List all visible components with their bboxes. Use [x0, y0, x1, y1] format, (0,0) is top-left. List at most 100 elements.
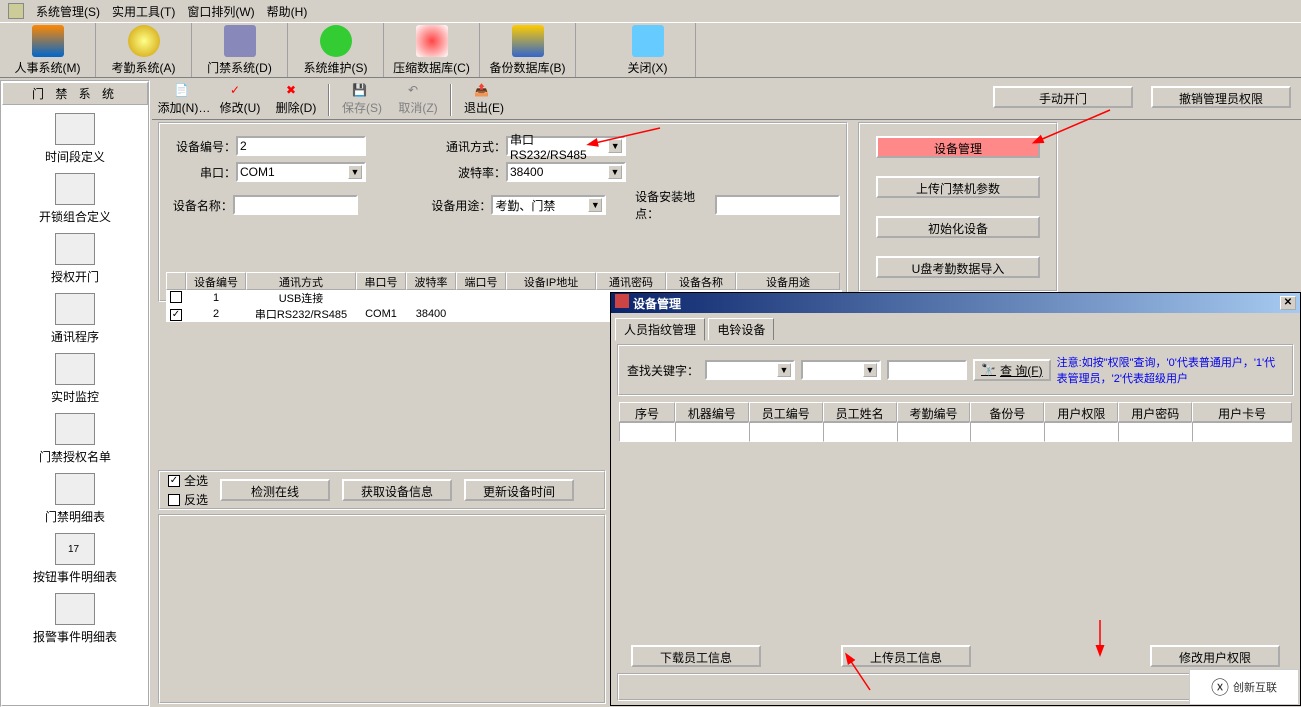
separator [328, 84, 330, 116]
tb-attendance[interactable]: 考勤系统(A) [96, 23, 192, 77]
input-search[interactable] [887, 360, 967, 380]
sb-time-def[interactable]: 时间段定义 [45, 113, 105, 165]
stb-exit-lbl: 退出(E) [464, 99, 504, 116]
combo-baud[interactable]: 38400▼ [506, 162, 626, 182]
tab-fingerprint[interactable]: 人员指纹管理 [615, 318, 705, 341]
combo-use[interactable]: 考勤、门禁▼ [491, 195, 606, 215]
exit-icon: 📤 [474, 83, 494, 99]
menu-window[interactable]: 窗口排列(W) [187, 3, 254, 20]
sb-label-2: 授权开门 [51, 268, 99, 285]
btn-get-info[interactable]: 获取设备信息 [342, 479, 452, 501]
dgh-4[interactable]: 考勤编号 [897, 402, 971, 422]
btn-update-time[interactable]: 更新设备时间 [464, 479, 574, 501]
btn-download-emp[interactable]: 下载员工信息 [631, 645, 761, 667]
sb-realtime[interactable]: 实时监控 [51, 353, 99, 405]
dlg-title-text: 设备管理 [633, 297, 681, 311]
tb-backup-label: 备份数据库(B) [490, 59, 566, 76]
btn-query[interactable]: 🔭查 询(F) [973, 359, 1051, 381]
combo-com[interactable]: COM1▼ [236, 162, 366, 182]
dgh-5[interactable]: 备份号 [970, 402, 1044, 422]
app-icon [8, 3, 24, 19]
tb-access[interactable]: 门禁系统(D) [192, 23, 288, 77]
gh-check[interactable] [166, 272, 186, 290]
sb-alarm-events[interactable]: 报警事件明细表 [33, 593, 117, 645]
combo-search-1[interactable]: ▼ [705, 360, 795, 380]
dropdown-icon: ▼ [777, 363, 791, 377]
btn-upload-emp[interactable]: 上传员工信息 [841, 645, 971, 667]
sb-comm-prog[interactable]: 通讯程序 [51, 293, 99, 345]
dgh-0[interactable]: 序号 [619, 402, 675, 422]
tb-close[interactable]: 关闭(X) [600, 23, 696, 77]
sb-label-3: 通讯程序 [51, 328, 99, 345]
chk-invert[interactable]: 反选 [168, 491, 208, 508]
sb-btn-events[interactable]: 17按钮事件明细表 [33, 533, 117, 585]
dlg-titlebar[interactable]: 设备管理 ✕ [611, 293, 1300, 313]
gh-7[interactable]: 设备各称 [666, 272, 736, 290]
dgh-1[interactable]: 机器编号 [675, 402, 749, 422]
dropdown-icon: ▼ [608, 139, 622, 153]
btn-modify-perm[interactable]: 修改用户权限 [1150, 645, 1280, 667]
tb-attendance-label: 考勤系统(A) [112, 59, 176, 76]
gh-1[interactable]: 通讯方式 [246, 272, 356, 290]
gh-3[interactable]: 波特率 [406, 272, 456, 290]
combo-comm-val: 串口RS232/RS485 [510, 131, 608, 162]
sub-toolbar: 📄添加(N)… ✓修改(U) ✖删除(D) 💾保存(S) ↶取消(Z) 📤退出(… [152, 80, 1301, 120]
people-icon [32, 25, 64, 57]
dropdown-icon: ▼ [608, 165, 622, 179]
gh-0[interactable]: 设备编号 [186, 272, 246, 290]
gh-6[interactable]: 通讯密码 [596, 272, 666, 290]
dropdown-icon: ▼ [588, 198, 602, 212]
menu-tools[interactable]: 实用工具(T) [112, 3, 175, 20]
input-name[interactable] [233, 195, 358, 215]
btn-device-mgmt[interactable]: 设备管理 [876, 136, 1040, 158]
menu-help[interactable]: 帮助(H) [267, 3, 308, 20]
dgh-8[interactable]: 用户卡号 [1192, 402, 1292, 422]
stb-edit[interactable]: ✓修改(U) [212, 83, 268, 116]
dlg-icon [615, 294, 629, 308]
checkbox[interactable] [170, 291, 182, 303]
menubar: 系统管理(S) 实用工具(T) 窗口排列(W) 帮助(H) [0, 0, 1301, 22]
note-text: 注意:如按"权限"查询，'0'代表普通用户，'1'代表管理员，'2'代表超级用户 [1057, 354, 1284, 386]
combo-comm[interactable]: 串口RS232/RS485▼ [506, 136, 626, 156]
plus-icon [416, 25, 448, 57]
close-icon[interactable]: ✕ [1280, 296, 1296, 310]
gh-2[interactable]: 串口号 [356, 272, 406, 290]
btn-revoke-admin[interactable]: 撤销管理员权限 [1151, 86, 1291, 108]
btn-manual-open[interactable]: 手动开门 [993, 86, 1133, 108]
tb-maintain[interactable]: 系统维护(S) [288, 23, 384, 77]
input-loc[interactable] [715, 195, 840, 215]
tb-backup[interactable]: 备份数据库(B) [480, 23, 576, 77]
tb-compress[interactable]: 压缩数据库(C) [384, 23, 480, 77]
input-device-no[interactable]: 2 [236, 136, 366, 156]
sidebar: 门 禁 系 统 时间段定义 开锁组合定义 授权开门 通讯程序 实时监控 门禁授权… [0, 80, 150, 707]
gh-4[interactable]: 端口号 [456, 272, 506, 290]
stb-add[interactable]: 📄添加(N)… [156, 83, 212, 116]
sb-auth-open[interactable]: 授权开门 [51, 233, 99, 285]
combo-search-2[interactable]: ▼ [801, 360, 881, 380]
dgh-7[interactable]: 用户密码 [1118, 402, 1192, 422]
sb-auth-list[interactable]: 门禁授权名单 [39, 413, 111, 465]
gh-8[interactable]: 设备用途 [736, 272, 840, 290]
checkbox[interactable]: ✓ [170, 309, 182, 321]
dgh-3[interactable]: 员工姓名 [823, 402, 897, 422]
gh-5[interactable]: 设备IP地址 [506, 272, 596, 290]
sb-unlock-combo[interactable]: 开锁组合定义 [39, 173, 111, 225]
dgh-6[interactable]: 用户权限 [1044, 402, 1118, 422]
stb-delete[interactable]: ✖删除(D) [268, 83, 324, 116]
group-icon [55, 113, 95, 145]
sb-detail[interactable]: 门禁明细表 [45, 473, 105, 525]
separator [450, 84, 452, 116]
btn-init-device[interactable]: 初始化设备 [876, 216, 1040, 238]
btn-detect[interactable]: 检测在线 [220, 479, 330, 501]
stb-exit[interactable]: 📤退出(E) [456, 83, 512, 116]
stb-cancel-lbl: 取消(Z) [398, 99, 437, 116]
menu-system[interactable]: 系统管理(S) [36, 3, 100, 20]
chk-select-all[interactable]: ✓全选 [168, 472, 208, 489]
tb-hr-system[interactable]: 人事系统(M) [0, 23, 96, 77]
btn-upload-params[interactable]: 上传门禁机参数 [876, 176, 1040, 198]
dgh-2[interactable]: 员工编号 [749, 402, 823, 422]
btn-usb-import[interactable]: U盘考勤数据导入 [876, 256, 1040, 278]
tab-bell[interactable]: 电铃设备 [708, 318, 774, 340]
clock-icon [128, 25, 160, 57]
right-panel: 设备管理 上传门禁机参数 初始化设备 U盘考勤数据导入 [858, 122, 1058, 292]
